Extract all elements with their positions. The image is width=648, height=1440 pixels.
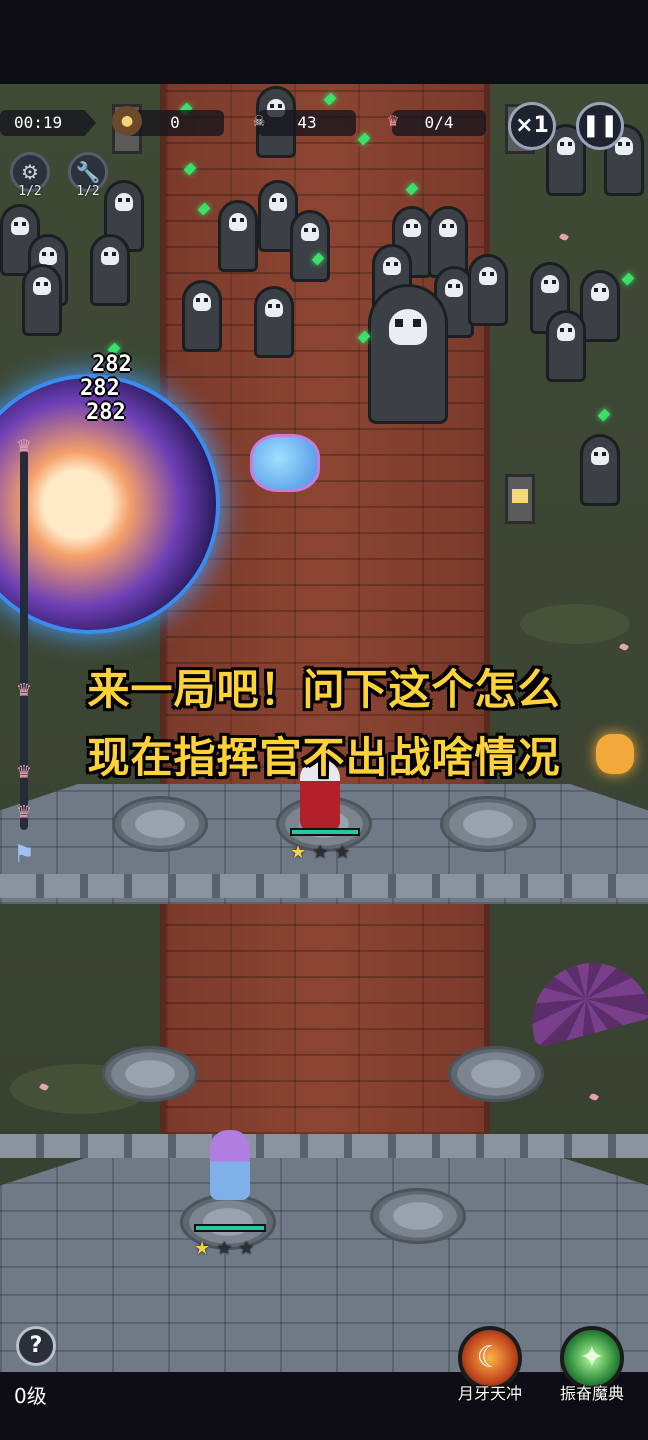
damage-number: 282	[92, 352, 132, 377]
boss-counter: ♛ 0/4	[388, 110, 486, 136]
grass-patch	[520, 604, 630, 644]
petal	[559, 232, 569, 242]
hero-slot[interactable]	[112, 796, 208, 852]
question-icon: ?	[29, 1333, 43, 1358]
hero-star-rating: ★ ★ ★	[194, 1240, 254, 1258]
pause-button[interactable]: ❚❚	[576, 102, 624, 150]
hp-fill	[292, 830, 358, 834]
gear-icon: ⚙	[21, 160, 39, 184]
speed-label: ×1	[515, 113, 549, 138]
ghost-enemy	[254, 286, 294, 358]
star-icon: ★	[238, 1238, 255, 1259]
boss-progress-value: 0/4	[424, 113, 454, 132]
gold-counter: ● 0	[112, 106, 224, 136]
battlement	[0, 1134, 648, 1158]
xp-gem	[597, 408, 611, 422]
ghost-enemy	[546, 310, 586, 382]
wave-timer: 00:19	[0, 110, 96, 136]
ghost-enemy	[580, 270, 620, 342]
ghost-enemy	[468, 254, 508, 326]
star-icon: ★	[334, 842, 351, 863]
hero-sprite	[210, 1130, 250, 1200]
damage-number: 282	[86, 400, 126, 425]
hero-hp-bar	[194, 1224, 266, 1232]
hero-purple-mage[interactable]	[200, 1130, 260, 1210]
hero-slot[interactable]	[448, 1046, 544, 1102]
ghost-enemy	[182, 280, 222, 352]
kills-value: 43	[297, 113, 317, 132]
battlement	[0, 874, 648, 898]
gold-value: 0	[170, 113, 180, 132]
magic-tome-icon: ✦	[579, 1340, 605, 1375]
castle-wall-lower	[0, 1139, 648, 1380]
hero-slot[interactable]	[440, 796, 536, 852]
caption-line-2: 现在指挥官不出战啥情况	[87, 733, 561, 782]
star-icon: ★	[216, 1238, 233, 1259]
petal	[589, 1092, 599, 1102]
hero-star-rating: ★ ★ ★	[290, 844, 350, 862]
checkered-flag-icon: ⚑	[13, 840, 35, 868]
pause-icon: ❚❚	[581, 113, 619, 138]
stone-lantern	[505, 474, 535, 524]
ghost-enemy	[22, 264, 62, 336]
level-label: 0级	[14, 1384, 47, 1408]
ghost-enemy	[218, 200, 258, 272]
gear-skill-count: 1/2	[18, 184, 42, 199]
star-icon: ★	[312, 842, 329, 863]
star-icon: ★	[194, 1238, 211, 1259]
wrench-skill-count: 1/2	[76, 184, 100, 199]
petal	[619, 642, 629, 652]
damage-number: 282	[80, 376, 120, 401]
blue-cat-spirit	[250, 434, 320, 492]
wooden-road-lower	[160, 904, 490, 1134]
ghost-enemy	[290, 210, 330, 282]
crescent-slash-icon: ☾	[476, 1340, 504, 1375]
wrench-icon: 🔧	[75, 160, 101, 184]
demon-head-icon: ♛	[15, 436, 33, 457]
skill-1-label: 月牙天冲	[457, 1384, 522, 1403]
hp-fill	[196, 1226, 264, 1230]
star-icon: ★	[290, 842, 307, 863]
demon-head-icon: ♛	[15, 802, 33, 823]
caption-line-1: 来一局吧！问下这个怎么	[87, 665, 561, 714]
timer-text: 00:19	[14, 113, 63, 132]
speed-button[interactable]: ×1	[508, 102, 556, 150]
ghost-enemy	[580, 434, 620, 506]
skill-2-label: 振奋魔典	[559, 1384, 624, 1403]
help-button[interactable]: ?	[16, 1326, 56, 1366]
hero-slot[interactable]	[102, 1046, 198, 1102]
kill-counter: ☠ 43	[254, 110, 356, 136]
hero-hp-bar	[290, 828, 360, 836]
paper-umbrella	[518, 949, 648, 1049]
hero-slot[interactable]	[370, 1188, 466, 1244]
ghost-boss-enemy	[368, 284, 448, 424]
xp-gem	[621, 272, 635, 286]
ghost-enemy	[90, 234, 130, 306]
